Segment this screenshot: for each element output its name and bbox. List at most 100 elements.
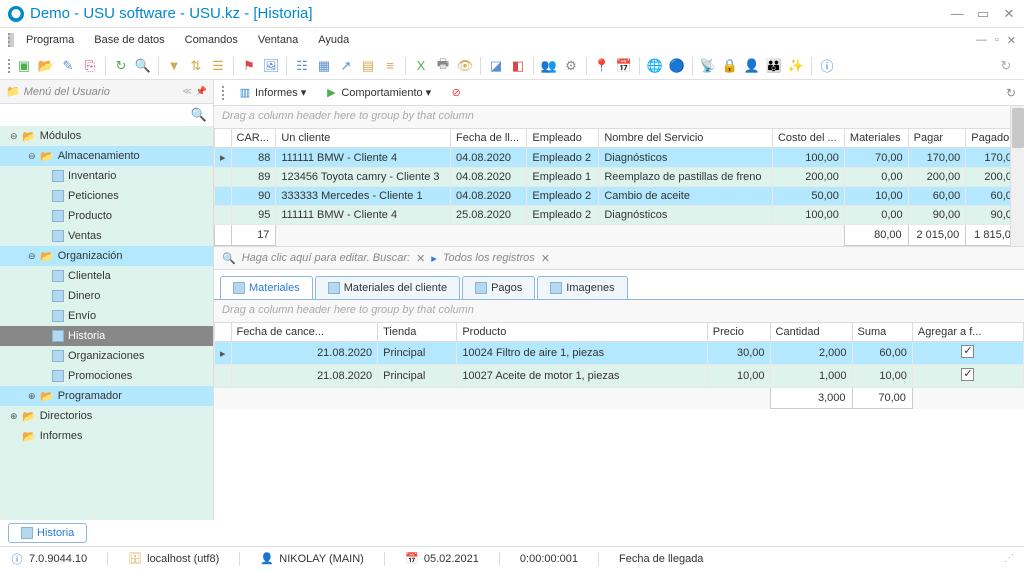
mdi-minimize-icon[interactable]: — [976,34,987,47]
excel-icon[interactable]: X [411,56,431,76]
toolbar-grip-icon[interactable] [8,59,12,73]
table-row[interactable]: ▸88111111 BMW - Cliente 404.08.2020Emple… [215,148,1024,168]
col-header[interactable]: Empleado [527,129,599,148]
rss-icon[interactable]: 📡 [698,56,718,76]
group-icon[interactable]: ☰ [208,56,228,76]
menu-ayuda[interactable]: Ayuda [310,32,357,48]
tree-node-dinero[interactable]: Dinero [0,286,213,306]
detail-grid[interactable]: Fecha de cance...TiendaProductoPrecioCan… [214,322,1024,409]
filter-edit-hint[interactable]: Haga clic aquí para editar. Buscar: [242,252,410,264]
filter-icon[interactable]: ▼ [164,56,184,76]
col-header[interactable]: Agregar a f... [912,323,1023,342]
menubar-grip-icon[interactable] [8,33,14,47]
menu-comandos[interactable]: Comandos [177,32,246,48]
tree-node-directorios[interactable]: ⊕📂Directorios [0,406,213,426]
bottom-tab-historia[interactable]: Historia [8,523,87,543]
info-icon[interactable]: ⓘ [817,56,837,76]
col-header[interactable]: Costo del ... [772,129,844,148]
menu-base-de-datos[interactable]: Base de datos [86,32,172,48]
grid-icon[interactable]: ▦ [314,56,334,76]
users-icon[interactable]: 👥 [539,56,559,76]
tab-pagos[interactable]: Pagos [462,276,535,299]
expand-icon[interactable]: ⊖ [28,151,40,162]
settings-icon[interactable]: ⚙ [561,56,581,76]
col-header[interactable]: Nombre del Servicio [599,129,773,148]
window-icon[interactable]: ◪ [486,56,506,76]
sidebar-pin-icon[interactable]: 📌 [196,86,207,97]
resize-grip-icon[interactable]: ⋰ [1004,553,1014,564]
tree-node-historia[interactable]: Historia [0,326,213,346]
tree-node-organizaciones[interactable]: Organizaciones [0,346,213,366]
scrollbar[interactable] [1010,106,1024,246]
expand-icon[interactable]: ⊖ [28,251,40,262]
tree-node-peticiones[interactable]: Peticiones [0,186,213,206]
table-row[interactable]: ▸21.08.2020Principal10024 Filtro de aire… [215,342,1024,365]
main-grid[interactable]: CAR...Un clienteFecha de ll...EmpleadoNo… [214,128,1024,246]
tree-node-informes[interactable]: 📂Informes [0,426,213,446]
list-icon[interactable]: ≡ [380,56,400,76]
tree-node-producto[interactable]: Producto [0,206,213,226]
tree-node-organización[interactable]: ⊖📂Organización [0,246,213,266]
informes-dropdown[interactable]: ▥ Informes ▾ [232,84,312,102]
tree-icon[interactable]: ☷ [292,56,312,76]
col-header[interactable]: Producto [457,323,707,342]
col-header[interactable]: Pagar [908,129,966,148]
mdi-close-icon[interactable]: ✕ [1007,34,1016,47]
detail-group-hint[interactable]: Drag a column header here to group by th… [214,300,1024,322]
clear-icon[interactable]: ◧ [508,56,528,76]
tree-node-programador[interactable]: ⊕📂Programador [0,386,213,406]
open-icon[interactable]: 📂 [36,56,56,76]
col-header[interactable]: Cantidad [770,323,852,342]
world-icon[interactable]: 🌐 [645,56,665,76]
content-refresh-icon[interactable]: ↻ [1006,86,1016,100]
comportamiento-dropdown[interactable]: ▶ Comportamiento ▾ [318,84,437,102]
color-icon[interactable]: 🔵 [667,56,687,76]
preview-icon[interactable]: 👁 [455,56,475,76]
col-header[interactable]: CAR... [231,129,276,148]
checkbox[interactable] [961,368,974,381]
tree-node-promociones[interactable]: Promociones [0,366,213,386]
col-header[interactable]: Suma [852,323,912,342]
tree-node-envío[interactable]: Envío [0,306,213,326]
team-icon[interactable]: 👪 [764,56,784,76]
calendar-icon[interactable]: 📅 [614,56,634,76]
tree-node-ventas[interactable]: Ventas [0,226,213,246]
tree-node-almacenamiento[interactable]: ⊖📂Almacenamiento [0,146,213,166]
refresh2-icon[interactable]: ↻ [996,56,1016,76]
col-header[interactable]: Materiales [844,129,908,148]
flag-icon[interactable]: ⚑ [239,56,259,76]
filter-all-records[interactable]: Todos los registros [443,252,535,264]
tree-node-inventario[interactable]: Inventario [0,166,213,186]
table-row[interactable]: 90333333 Mercedes - Cliente 104.08.2020E… [215,187,1024,206]
edit-icon[interactable]: ✎ [58,56,78,76]
tab-materiales[interactable]: Materiales [220,276,313,299]
tab-materiales-del-cliente[interactable]: Materiales del cliente [315,276,460,299]
expand-icon[interactable]: ⊕ [28,391,40,402]
tile-icon[interactable]: ▤ [358,56,378,76]
sidebar-search-icon[interactable]: 🔍 [191,107,207,123]
expand-icon[interactable]: ⊕ [10,411,22,422]
col-header[interactable]: Tienda [378,323,457,342]
maximize-button[interactable]: ▭ [976,7,990,21]
table-row[interactable]: 95111111 BMW - Cliente 425.08.2020Emplea… [215,206,1024,225]
table-row[interactable]: 21.08.2020Principal10027 Aceite de motor… [215,365,1024,388]
filter-clear-icon[interactable]: ✕ [416,252,425,265]
wand-icon[interactable]: ✨ [786,56,806,76]
print-icon[interactable]: 🖶 [433,56,453,76]
copy-icon[interactable]: ⎘ [80,56,100,76]
refresh-icon[interactable]: ↻ [111,56,131,76]
new-icon[interactable]: ▣ [14,56,34,76]
table-row[interactable]: 89123456 Toyota camry - Cliente 304.08.2… [215,168,1024,187]
expand-icon[interactable]: ⊖ [10,131,22,142]
col-header[interactable]: Precio [707,323,770,342]
menu-ventana[interactable]: Ventana [250,32,306,48]
sidebar-collapse-icon[interactable]: ≪ [182,86,191,97]
group-by-hint[interactable]: Drag a column header here to group by th… [214,106,1024,128]
minimize-button[interactable]: — [950,7,964,21]
checkbox[interactable] [961,345,974,358]
col-header[interactable]: Fecha de cance... [231,323,378,342]
col-header[interactable]: Fecha de ll... [451,129,527,148]
image-icon[interactable]: 🖼 [261,56,281,76]
lock-icon[interactable]: 🔒 [720,56,740,76]
search-icon[interactable]: 🔍 [133,56,153,76]
